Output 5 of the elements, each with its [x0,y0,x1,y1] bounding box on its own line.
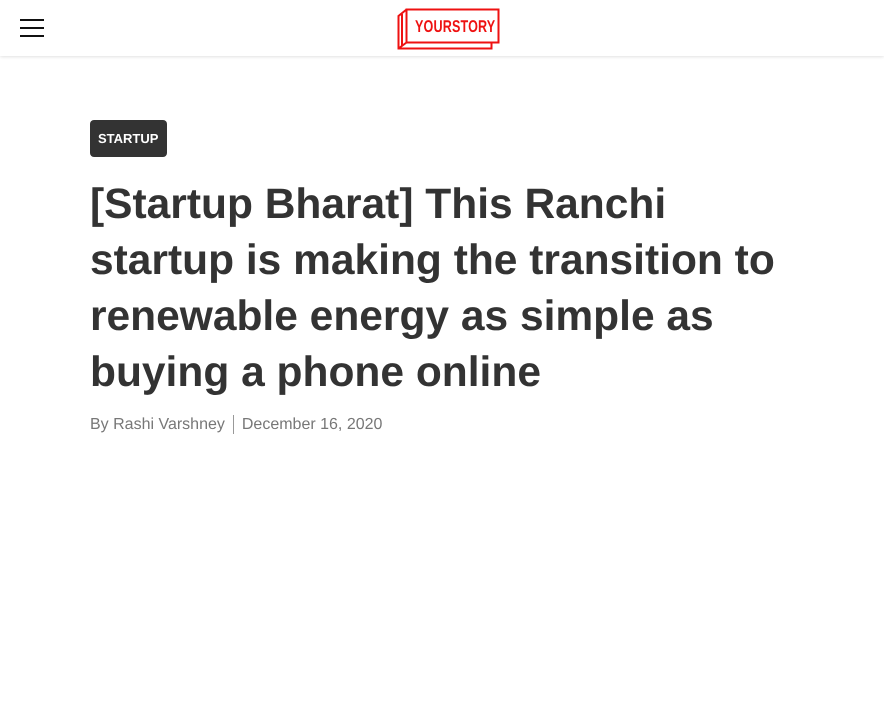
publish-date: December 16, 2020 [242,416,382,434]
article-title: [Startup Bharat] This Ranchi startup is making the transition to renewable energy as simple as buying a phone online [90,180,776,398]
menu-icon [20,19,44,37]
author-link[interactable]: By Rashi Varshney [90,416,225,434]
category-tag[interactable]: STARTUP [90,120,168,157]
